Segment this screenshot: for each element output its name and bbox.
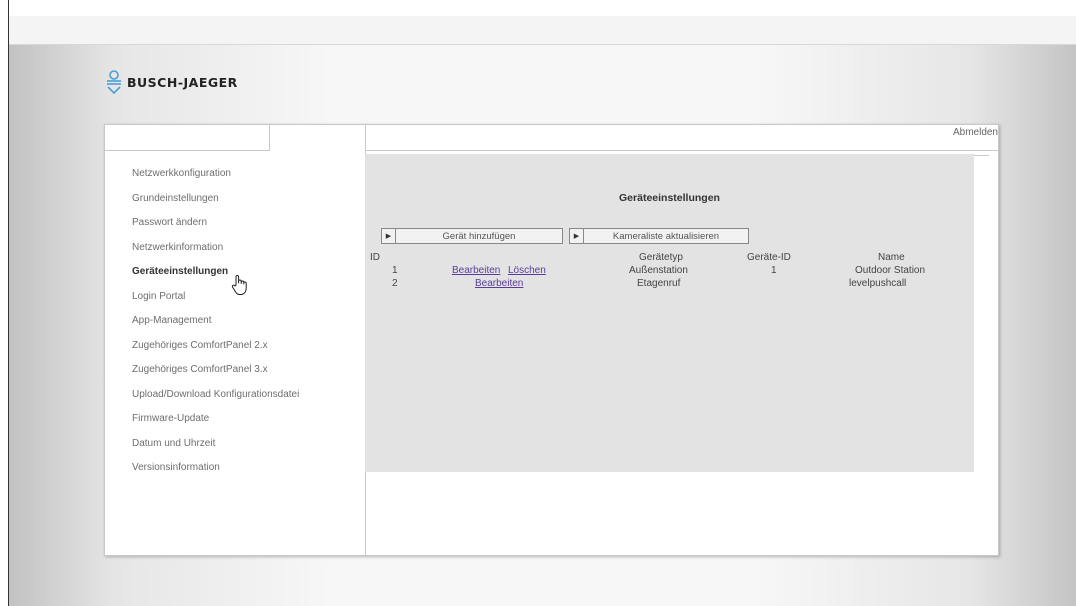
table-row-2-name: levelpushcall — [849, 278, 907, 289]
window-edge-line-left — [8, 0, 9, 606]
logout-link[interactable]: Abmelden — [953, 127, 998, 138]
sidebar-item-comfortpanel-2x[interactable]: Zugehöriges ComfortPanel 2.x — [132, 339, 299, 364]
sidebar-item-netzwerkkonfiguration[interactable]: Netzwerkkonfiguration — [132, 167, 299, 192]
brand-logo: BUSCH-JAEGER — [106, 70, 238, 94]
hand-pointer-icon — [231, 275, 247, 295]
table-row-1-type: Außenstation — [629, 265, 688, 276]
edit-link-row-2[interactable]: Bearbeiten — [475, 278, 523, 289]
busch-jaeger-logo-icon — [107, 70, 121, 94]
table-row-1-name: Outdoor Station — [855, 265, 926, 276]
table-row-2-id: 2 — [392, 278, 398, 289]
column-header-id: ID — [370, 252, 380, 263]
page-title: Geräteeinstellungen — [619, 192, 720, 204]
column-header-type: Gerätetyp — [639, 252, 683, 263]
play-arrow-icon: ▶ — [382, 229, 396, 243]
sidebar-item-grundeinstellungen[interactable]: Grundeinstellungen — [132, 192, 299, 217]
sidebar-item-geraeteeinstellungen[interactable]: Geräteeinstellungen — [132, 265, 299, 290]
sidebar-item-upload-download[interactable]: Upload/Download Konfigurationsdatei — [132, 388, 299, 413]
browser-toolbar — [9, 16, 1076, 45]
settings-panel: Abmelden Netzwerkkonfiguration Grundeins… — [104, 124, 999, 556]
table-row-2-type: Etagenruf — [637, 278, 681, 289]
refresh-camera-list-label: Kameraliste aktualisieren — [612, 230, 720, 242]
table-row-1-device-id: 1 — [771, 265, 777, 276]
sidebar-item-comfortpanel-3x[interactable]: Zugehöriges ComfortPanel 3.x — [132, 363, 299, 388]
sidebar-item-passwort[interactable]: Passwort ändern — [132, 216, 299, 241]
add-device-label: Gerät hinzufügen — [442, 230, 516, 242]
header-divider — [365, 150, 998, 151]
table-row-1-id: 1 — [392, 265, 398, 276]
sidebar-tab — [105, 125, 270, 151]
sidebar-item-login-portal[interactable]: Login Portal — [132, 290, 299, 315]
sidebar-nav: Netzwerkkonfiguration Grundeinstellungen… — [132, 167, 299, 486]
column-header-name: Name — [878, 252, 905, 263]
sidebar-item-versionsinformation[interactable]: Versionsinformation — [132, 461, 299, 486]
play-arrow-icon: ▶ — [570, 229, 584, 243]
sidebar-item-firmware-update[interactable]: Firmware-Update — [132, 412, 299, 437]
device-settings-content: Geräteeinstellungen ▶ Gerät hinzufügen ▶… — [365, 154, 974, 472]
header-stub-line — [973, 155, 989, 156]
sidebar-item-datum-uhrzeit[interactable]: Datum und Uhrzeit — [132, 437, 299, 462]
delete-link-row-1[interactable]: Löschen — [508, 265, 546, 276]
add-device-button[interactable]: ▶ Gerät hinzufügen — [381, 228, 563, 244]
sidebar-item-app-management[interactable]: App-Management — [132, 314, 299, 339]
edit-link-row-1[interactable]: Bearbeiten — [452, 265, 500, 276]
brand-name: BUSCH-JAEGER — [127, 74, 238, 90]
sidebar-item-netzwerkinformation[interactable]: Netzwerkinformation — [132, 241, 299, 266]
refresh-camera-list-button[interactable]: ▶ Kameraliste aktualisieren — [569, 228, 749, 244]
column-header-device-id: Geräte-ID — [747, 252, 791, 263]
